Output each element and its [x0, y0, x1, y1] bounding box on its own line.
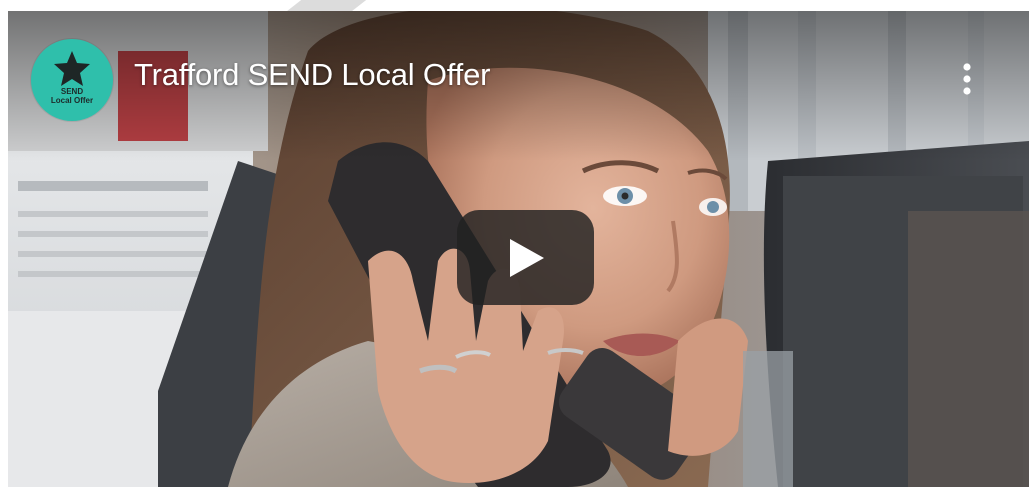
channel-avatar-line2: Local Offer — [50, 96, 94, 105]
play-icon — [509, 238, 544, 277]
more-options-button[interactable] — [952, 59, 982, 99]
channel-avatar-line1: SEND — [60, 87, 84, 96]
more-vertical-icon — [963, 63, 971, 95]
star-icon — [54, 51, 90, 86]
channel-avatar[interactable]: SEND Local Offer — [31, 39, 113, 121]
video-title-link[interactable]: Trafford SEND Local Offer — [134, 57, 490, 93]
page: SEND Local Offer Trafford SEND Local Off… — [0, 0, 1029, 487]
play-button[interactable] — [457, 210, 594, 305]
video-player[interactable]: SEND Local Offer Trafford SEND Local Off… — [8, 11, 1029, 487]
